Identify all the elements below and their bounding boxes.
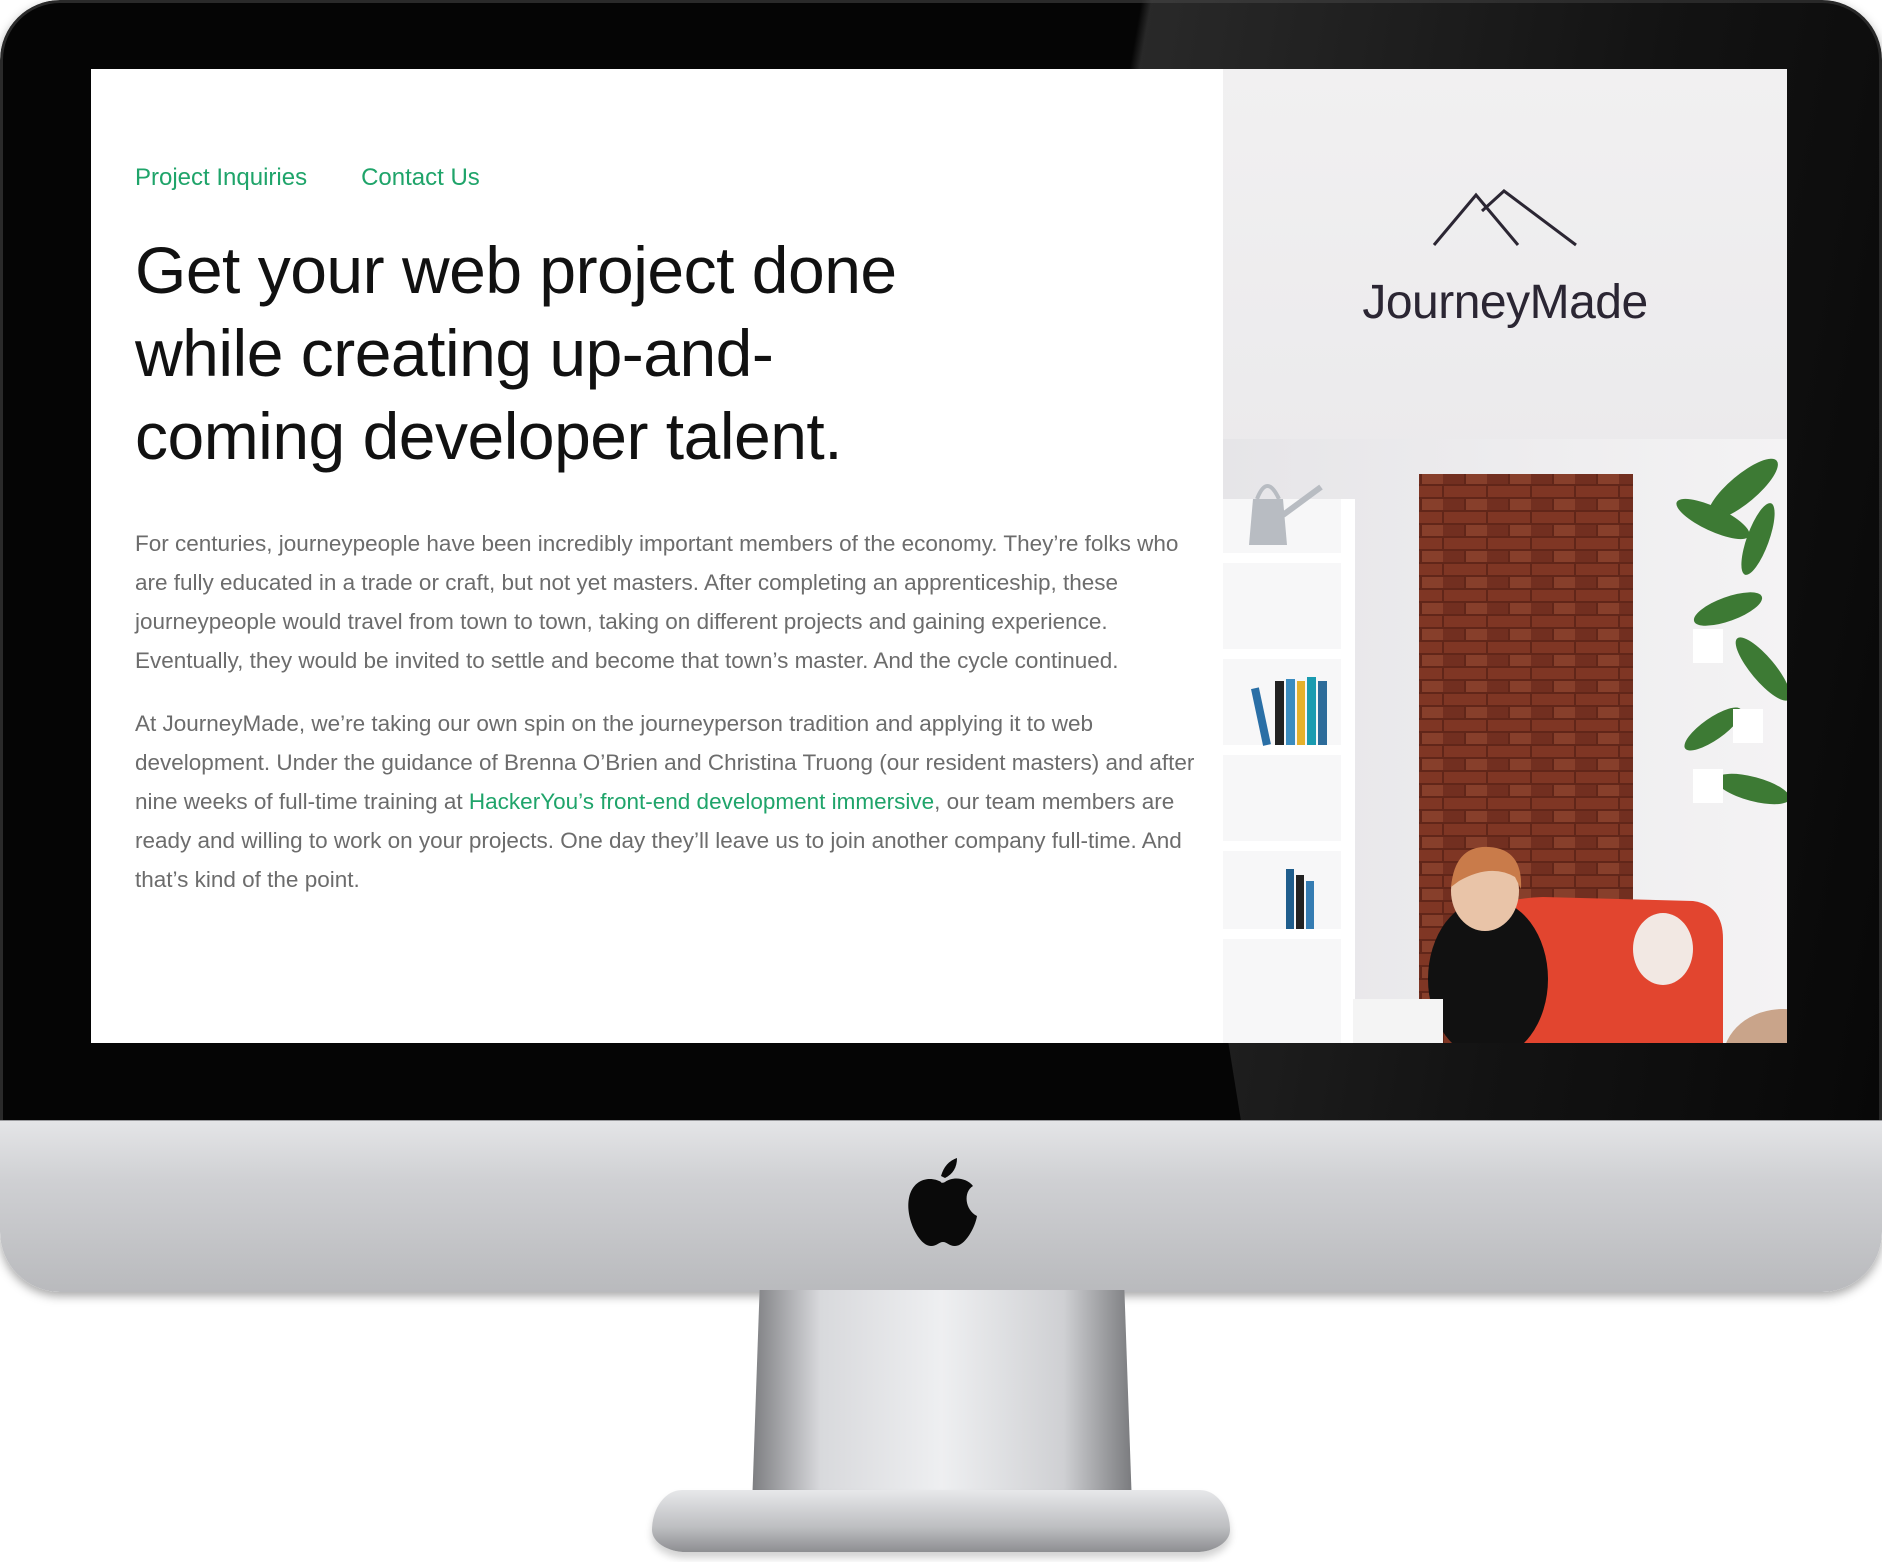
apple-logo-icon [908,1158,977,1246]
hero-headline: Get your web project done while creating… [135,229,1015,478]
headline-line-2: while creating up-and- [135,316,774,390]
intro-paragraph: For centuries, journeypeople have been i… [135,531,1179,673]
brand-logo: JourneyMade [1223,189,1787,330]
nav-link-contact-us[interactable]: Contact Us [361,164,480,192]
content-column: Project Inquiries Contact Us Get your we… [91,69,1223,1043]
top-nav: Project Inquiries Contact Us [135,164,480,192]
hero-photo-panel: JourneyMade [1223,69,1787,1043]
headline-line-3: coming developer talent. [135,399,843,473]
nav-link-project-inquiries[interactable]: Project Inquiries [135,164,307,192]
body-copy: For centuries, journeypeople have been i… [135,524,1195,923]
headline-line-1: Get your web project done [135,233,897,307]
brand-name: JourneyMade [1362,276,1648,329]
stand-foot [652,1490,1230,1552]
about-paragraph: At JourneyMade, we’re taking our own spi… [135,704,1195,899]
mountain-peaks-icon [1432,189,1577,247]
stand-neck [752,1290,1132,1506]
imac-monitor: Project Inquiries Contact Us Get your we… [0,0,1882,1292]
bookshelf [1223,484,1355,1043]
hackeryou-link[interactable]: HackerYou’s front-end development immers… [469,789,934,814]
website-screen: Project Inquiries Contact Us Get your we… [91,69,1787,1043]
